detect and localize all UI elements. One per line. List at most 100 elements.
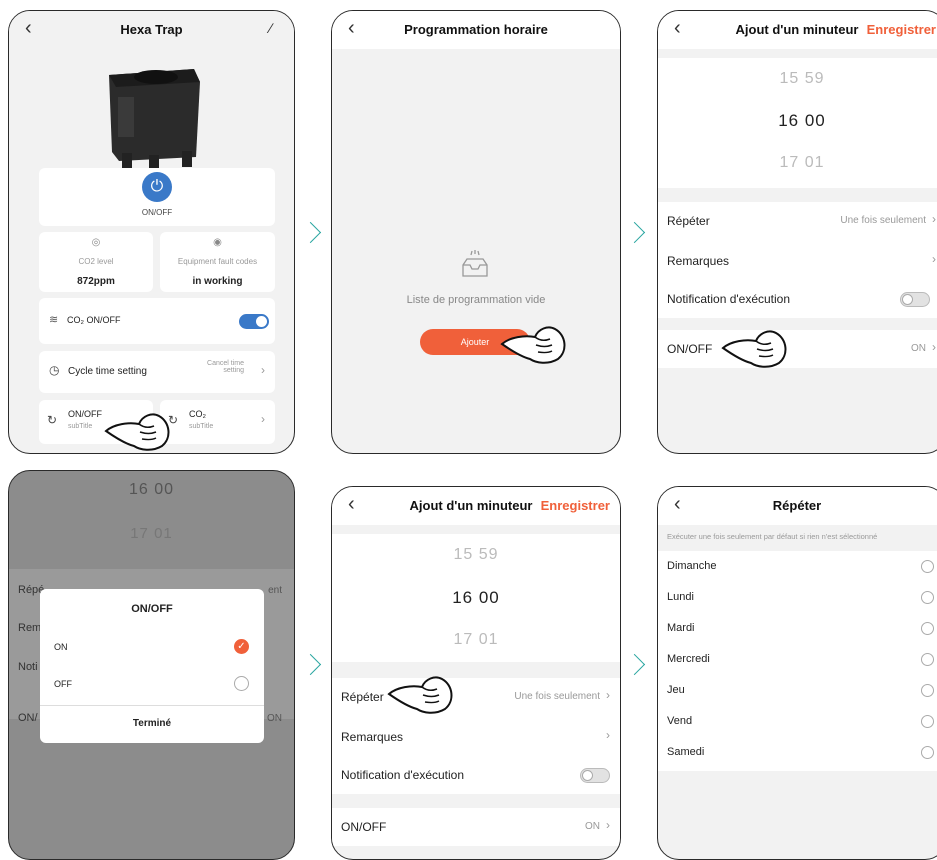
header: ‹ Ajout d'un minuteur Enregistrer (332, 487, 620, 525)
time-selected[interactable]: 16 00 (332, 588, 620, 608)
flow-arrow-icon (299, 221, 322, 244)
notification-row: Notification d'exécution (332, 756, 620, 794)
power-label: ON/OFF (141, 208, 173, 217)
radio-icon (921, 622, 934, 635)
chevron-right-icon: › (932, 212, 936, 226)
bg-notes-label: Rem (18, 622, 42, 634)
time-option: 17 01 (130, 525, 173, 542)
day-item-monday[interactable]: Lundi (658, 582, 937, 613)
pointing-hand-icon (104, 413, 170, 451)
timer-icon: ↻ (47, 413, 58, 427)
chevron-right-icon: › (932, 252, 936, 266)
wind-icon: ≋ (49, 314, 59, 326)
header: ‹ Programmation horaire (332, 11, 620, 49)
screen-onoff-dialog: 16 00 17 01 Répé ent Rem Noti ON/ ON ON/… (8, 470, 295, 860)
fault-codes-card: ◉ Equipment fault codes in working (160, 232, 275, 292)
co2-level-label: CO2 level (78, 257, 114, 266)
pointing-hand-icon (387, 676, 453, 714)
time-option[interactable]: 15 59 (658, 70, 937, 88)
time-option[interactable]: 15 59 (332, 546, 620, 564)
power-card: ⏻ ON/OFF (39, 168, 275, 226)
notification-toggle[interactable] (580, 768, 610, 783)
pointing-hand-icon (500, 326, 566, 364)
header: ‹ Hexa Trap ∕ (9, 11, 294, 49)
timer-co2-sub: subTitle (189, 423, 214, 430)
screen-repeat: ‹ Répéter Exécuter une fois seulement pa… (657, 486, 937, 860)
co2-level-value: 872ppm (77, 276, 115, 287)
day-item-friday[interactable]: Vend (658, 706, 937, 737)
co2-level-card: ◎ CO2 level 872ppm (39, 232, 153, 292)
header: ‹ Répéter (658, 487, 937, 525)
bg-onoff-label: ON/ (18, 712, 38, 724)
device-image (109, 69, 200, 169)
chevron-right-icon: › (261, 412, 265, 426)
day-item-wednesday[interactable]: Mercredi (658, 644, 937, 675)
pointing-hand-icon (721, 330, 787, 368)
cycle-time-value: Cancel time setting (207, 360, 244, 374)
cycle-time-card[interactable]: ◷ Cycle time setting Cancel time setting… (39, 351, 275, 393)
save-button[interactable]: Enregistrer (541, 498, 610, 513)
fault-codes-label: Equipment fault codes (177, 257, 258, 266)
option-on[interactable]: ON ✓ (40, 629, 264, 667)
chevron-right-icon: › (932, 340, 936, 354)
page-title: Répéter (772, 498, 822, 513)
flow-arrow-icon (299, 653, 322, 676)
flow-arrow-icon (623, 221, 646, 244)
time-option[interactable]: 17 01 (658, 154, 937, 172)
power-icon[interactable]: ⏻ (142, 172, 172, 202)
day-item-tuesday[interactable]: Mardi (658, 613, 937, 644)
timer-onoff-title: ON/OFF (68, 409, 102, 419)
day-list: Dimanche Lundi Mardi Mercredi Jeu Vend S… (658, 551, 937, 771)
page-title: Programmation horaire (404, 22, 548, 37)
timer-co2-title: CO₂ (189, 409, 206, 419)
radio-icon (921, 591, 934, 604)
cycle-time-label: Cycle time setting (68, 366, 147, 377)
co2-toggle-card: ≋ CO₂ ON/OFF (39, 298, 275, 344)
notes-row[interactable]: Remarques › (658, 242, 937, 280)
screen-add-timer-2: ‹ Ajout d'un minuteur Enregistrer 15 59 … (331, 486, 621, 860)
onoff-row[interactable]: ON/OFF ON › (332, 808, 620, 846)
empty-inbox-icon (462, 250, 488, 277)
fault-codes-value: in working (192, 276, 243, 287)
time-picker[interactable]: 15 59 16 00 17 01 (658, 58, 937, 188)
radio-icon (921, 560, 934, 573)
onoff-row[interactable]: ON/OFF ON › (658, 330, 937, 368)
repeat-hint: Exécuter une fois seulement par défaut s… (667, 532, 878, 541)
bg-repeat-value: ent (268, 585, 282, 596)
checked-icon: ✓ (234, 639, 249, 654)
repeat-row[interactable]: Répéter Une fois seulement › (658, 202, 937, 242)
flow-arrow-icon (623, 653, 646, 676)
notification-toggle[interactable] (900, 292, 930, 307)
timer-co2-card[interactable]: ↻ CO₂ subTitle › (160, 400, 275, 444)
time-option[interactable]: 17 01 (332, 631, 620, 649)
radio-icon (921, 653, 934, 666)
screen-add-timer: ‹ Ajout d'un minuteur Enregistrer 15 59 … (657, 10, 937, 454)
day-item-sunday[interactable]: Dimanche (658, 551, 937, 582)
edit-icon[interactable]: ∕ (270, 20, 272, 36)
timer-onoff-sub: subTitle (68, 423, 93, 430)
screen-device: ‹ Hexa Trap ∕ ⏻ ON/OFF ◎ CO2 level 872pp… (8, 10, 295, 454)
time-selected[interactable]: 16 00 (658, 111, 937, 131)
bg-onoff-value: ON (267, 713, 282, 724)
onoff-dialog: ON/OFF ON ✓ OFF Terminé (40, 589, 264, 743)
radio-icon (234, 676, 249, 691)
save-button[interactable]: Enregistrer (867, 22, 936, 37)
header: ‹ Ajout d'un minuteur Enregistrer (658, 11, 937, 49)
empty-schedule-text: Liste de programmation vide (406, 294, 546, 306)
chevron-right-icon: › (606, 728, 610, 742)
co2-toggle[interactable] (239, 314, 269, 329)
option-off[interactable]: OFF (40, 667, 264, 705)
time-picker[interactable]: 15 59 16 00 17 01 (332, 534, 620, 662)
repeat-row[interactable]: Répéter Une fois seulement › (332, 678, 620, 718)
done-button[interactable]: Terminé (40, 705, 264, 744)
radio-icon (921, 684, 934, 697)
clock-icon: ◷ (49, 363, 60, 377)
time-option: 16 00 (128, 481, 175, 498)
day-item-thursday[interactable]: Jeu (658, 675, 937, 706)
bg-notif-label: Noti (18, 661, 38, 673)
day-item-saturday[interactable]: Samedi (658, 737, 937, 768)
notes-row[interactable]: Remarques › (332, 718, 620, 756)
co2-toggle-label: CO₂ ON/OFF (67, 315, 121, 325)
chevron-right-icon: › (261, 363, 265, 377)
chevron-right-icon: › (606, 818, 610, 832)
